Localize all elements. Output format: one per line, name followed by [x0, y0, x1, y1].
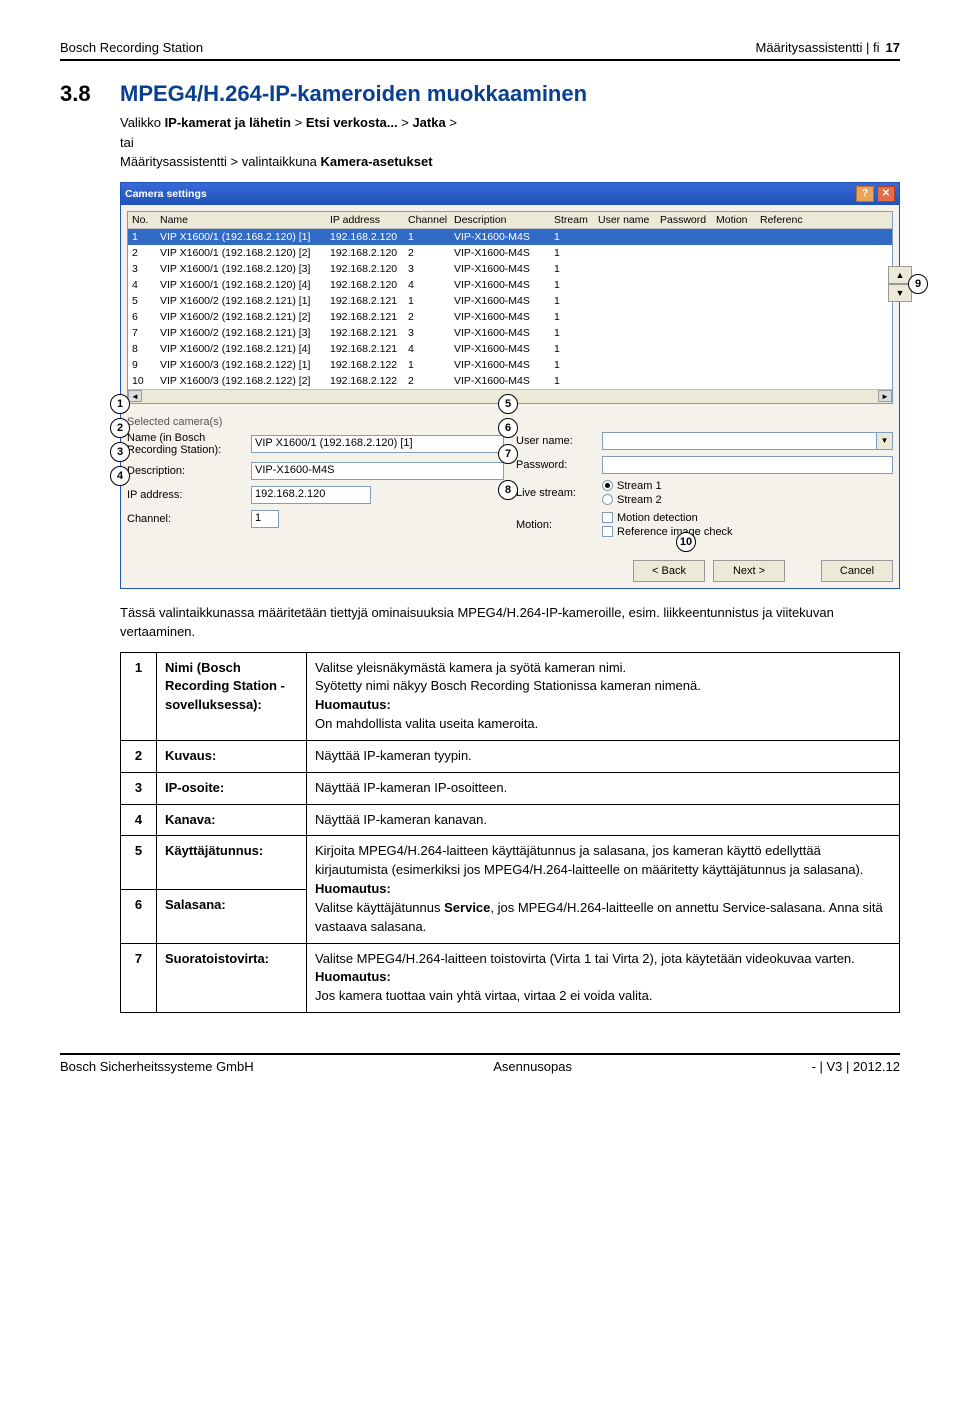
definition-row: 7Suoratoistovirta:Valitse MPEG4/H.264-la… [121, 943, 900, 1013]
callout-5: 5 [498, 394, 518, 414]
definition-row: 2Kuvaus:Näyttää IP-kameran tyypin. [121, 740, 900, 772]
next-button[interactable]: Next > [713, 560, 785, 582]
footer-mid: Asennusopas [493, 1059, 572, 1074]
camera-grid[interactable]: No. Name IP address Channel Description … [127, 211, 893, 404]
header-left: Bosch Recording Station [60, 40, 203, 55]
password-field[interactable] [602, 456, 893, 474]
close-icon[interactable]: ✕ [877, 186, 895, 202]
table-row[interactable]: 8VIP X1600/2 (192.168.2.121) [4]192.168.… [128, 341, 892, 357]
section-number: 3.8 [60, 81, 120, 107]
callout-9: 9 [908, 274, 928, 294]
page-footer: Bosch Sicherheitssysteme GmbH Asennusopa… [60, 1053, 900, 1074]
intro-text: Valikko IP-kamerat ja lähetin > Etsi ver… [120, 113, 900, 172]
callout-4: 4 [110, 466, 130, 486]
callout-1: 1 [110, 394, 130, 414]
table-row[interactable]: 3VIP X1600/1 (192.168.2.120) [3]192.168.… [128, 261, 892, 277]
help-icon[interactable]: ? [856, 186, 874, 202]
description-field[interactable]: VIP-X1600-M4S [251, 462, 504, 480]
window-title: Camera settings [125, 188, 207, 200]
footer-left: Bosch Sicherheitssysteme GmbH [60, 1059, 254, 1074]
definition-row: 4Kanava:Näyttää IP-kameran kanavan. [121, 804, 900, 836]
table-row[interactable]: 10VIP X1600/3 (192.168.2.122) [2]192.168… [128, 373, 892, 389]
callout-8: 8 [498, 480, 518, 500]
table-row[interactable]: 9VIP X1600/3 (192.168.2.122) [1]192.168.… [128, 357, 892, 373]
callout-7: 7 [498, 444, 518, 464]
dialog-window: Camera settings ? ✕ No. Name IP address … [120, 182, 900, 589]
definition-row: 1Nimi (Bosch Recording Station -sovelluk… [121, 652, 900, 740]
table-row[interactable]: 4VIP X1600/1 (192.168.2.120) [4]192.168.… [128, 277, 892, 293]
after-paragraph: Tässä valintaikkunassa määritetään tiett… [120, 603, 900, 642]
stream2-radio[interactable]: Stream 2 [602, 494, 662, 506]
callout-3: 3 [110, 442, 130, 462]
callout-2: 2 [110, 418, 130, 438]
definition-row: 3IP-osoite:Näyttää IP-kameran IP-osoitte… [121, 772, 900, 804]
scroll-right-icon[interactable]: ► [878, 390, 892, 402]
page-number: 17 [886, 40, 900, 55]
refimage-checkbox[interactable]: Reference image check [602, 526, 733, 538]
screenshot: Camera settings ? ✕ No. Name IP address … [120, 182, 900, 589]
scroll-left-icon[interactable]: ◄ [128, 390, 142, 402]
definitions-table: 1Nimi (Bosch Recording Station -sovelluk… [120, 652, 900, 1014]
table-row[interactable]: 1VIP X1600/1 (192.168.2.120) [1]192.168.… [128, 229, 892, 245]
callout-10: 10 [676, 532, 696, 552]
username-field[interactable] [602, 432, 877, 450]
table-row[interactable]: 2VIP X1600/1 (192.168.2.120) [2]192.168.… [128, 245, 892, 261]
header-mid: Määritysassistentti | fi [756, 40, 880, 55]
table-row[interactable]: 7VIP X1600/2 (192.168.2.121) [3]192.168.… [128, 325, 892, 341]
titlebar: Camera settings ? ✕ [121, 183, 899, 205]
table-row[interactable]: 6VIP X1600/2 (192.168.2.121) [2]192.168.… [128, 309, 892, 325]
motion-checkbox[interactable]: Motion detection [602, 512, 733, 524]
section-title: MPEG4/H.264-IP-kameroiden muokkaaminen [120, 81, 587, 107]
selected-label: Selected camera(s) [127, 416, 504, 428]
callout-6: 6 [498, 418, 518, 438]
table-row[interactable]: 5VIP X1600/2 (192.168.2.121) [1]192.168.… [128, 293, 892, 309]
chevron-down-icon[interactable]: ▼ [877, 432, 893, 450]
cancel-button[interactable]: Cancel [821, 560, 893, 582]
definition-row: 5Käyttäjätunnus:Kirjoita MPEG4/H.264-lai… [121, 836, 900, 890]
page-header: Bosch Recording Station Määritysassisten… [60, 40, 900, 61]
ip-field[interactable]: 192.168.2.120 [251, 486, 371, 504]
footer-right: - | V3 | 2012.12 [812, 1059, 900, 1074]
grid-header: No. Name IP address Channel Description … [128, 212, 892, 229]
back-button[interactable]: < Back [633, 560, 705, 582]
name-field[interactable]: VIP X1600/1 (192.168.2.120) [1] [251, 435, 504, 453]
channel-field[interactable]: 1 [251, 510, 279, 528]
stream1-radio[interactable]: Stream 1 [602, 480, 662, 492]
section-heading: 3.8 MPEG4/H.264-IP-kameroiden muokkaamin… [60, 81, 900, 107]
